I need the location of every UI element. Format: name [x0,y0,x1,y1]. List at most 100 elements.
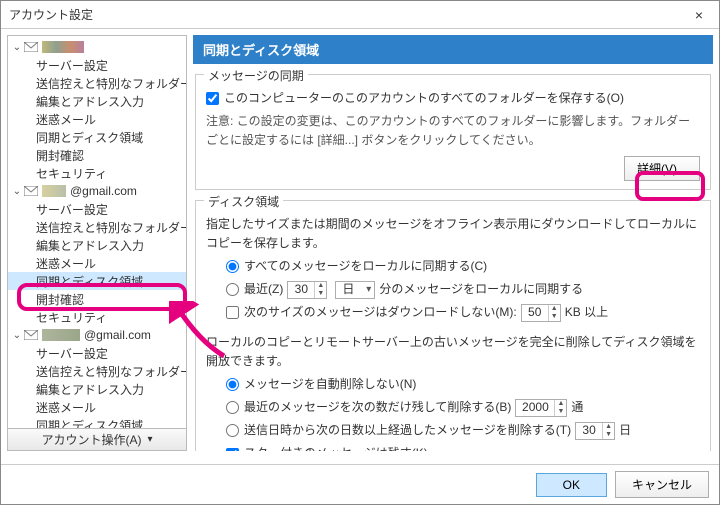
window-title: アカウント設定 [9,6,93,23]
sync-all-radio[interactable]: すべてのメッセージをローカルに同期する(C) [226,257,487,276]
settings-pane: 同期とディスク領域 メッセージの同期 このコンピューターのこのアカウントのすべて… [193,35,713,451]
mail-icon [24,186,38,196]
purge-keep-n-unit: 通 [571,398,583,417]
keep-starred-checkbox-input[interactable] [226,448,239,451]
tree-child-label: サーバー設定 [36,201,108,218]
sync-advanced-button[interactable]: 詳細(V)... [624,156,700,181]
sync-recent-radio-label-pre: 最近(Z) [244,280,283,299]
sync-recent-radio[interactable]: 最近(Z) [226,280,283,299]
purge-keep-n-label-pre: 最近のメッセージを次の数だけ残して削除する(B) [244,398,511,417]
tree-child-label: 編集とアドレス入力 [36,93,144,110]
purge-age-unit: 日 [619,421,631,440]
tree-child-row[interactable]: 編集とアドレス入力 [8,236,186,254]
purge-age-radio[interactable]: 送信日時から次の日数以上経過したメッセージを削除する(T) [226,421,571,440]
tree-child-row[interactable]: 迷惑メール [8,254,186,272]
tree-child-row[interactable]: セキュリティ [8,308,186,326]
tree-child-row[interactable]: サーバー設定 [8,56,186,74]
purge-age-spinner[interactable]: 30 ▲▼ [575,422,615,440]
tree-child-label: サーバー設定 [36,345,108,362]
no-download-over-checkbox-input[interactable] [226,306,239,319]
message-sync-fieldset: メッセージの同期 このコンピューターのこのアカウントのすべてのフォルダーを保存す… [195,74,711,190]
keep-starred-checkbox[interactable]: スター付きのメッセージは残す(K) [226,444,428,451]
cancel-button[interactable]: キャンセル [615,471,709,498]
account-suffix: @gmail.com [84,328,151,342]
tree-child-row[interactable]: 迷惑メール [8,398,186,416]
sync-recent-days-value: 30 [295,280,308,299]
store-folders-checkbox-input[interactable] [206,92,219,105]
chevron-down-icon: ▾ [147,434,152,445]
tree-child-row[interactable]: サーバー設定 [8,344,186,362]
tree-child-row[interactable]: 送信控えと特別なフォルダー [8,74,186,92]
account-settings-window: アカウント設定 × ⌄サーバー設定送信控えと特別なフォルダー編集とアドレス入力迷… [0,0,720,505]
mail-icon [24,330,38,340]
sync-all-radio-label: すべてのメッセージをローカルに同期する(C) [244,257,487,276]
purge-age-radio-input[interactable] [226,424,239,437]
tree-account-row[interactable]: ⌄ @gmail.com [8,326,186,344]
disk-space-fieldset: ディスク領域 指定したサイズまたは期間のメッセージをオフライン表示用にダウンロー… [195,200,711,451]
tree-child-row[interactable]: 編集とアドレス入力 [8,92,186,110]
account-suffix: @gmail.com [70,184,137,198]
tree-child-row[interactable]: 編集とアドレス入力 [8,380,186,398]
mail-icon [24,42,38,52]
tree-child-row[interactable]: 同期とディスク領域 [8,416,186,428]
tree-child-label: 開封確認 [36,147,84,164]
tree-child-row[interactable]: 開封確認 [8,290,186,308]
sync-all-radio-input[interactable] [226,260,239,273]
purge-none-radio[interactable]: メッセージを自動削除しない(N) [226,375,416,394]
tree-child-label: 迷惑メール [36,399,96,416]
sync-recent-unit-select[interactable]: 日 [335,281,375,299]
pane-title: 同期とディスク領域 [193,35,713,64]
tree-child-row[interactable]: セキュリティ [8,164,186,182]
tree-child-label: 送信控えと特別なフォルダー [36,75,186,92]
tree-child-label: 開封確認 [36,291,84,308]
tree-child-row[interactable]: 送信控えと特別なフォルダー [8,218,186,236]
tree-child-label: 同期とディスク領域 [36,417,143,429]
tree-child-label: 送信控えと特別なフォルダー [36,219,186,236]
tree-child-row[interactable]: 送信控えと特別なフォルダー [8,362,186,380]
store-folders-checkbox[interactable]: このコンピューターのこのアカウントのすべてのフォルダーを保存する(O) [206,89,624,108]
content-area: ⌄サーバー設定送信控えと特別なフォルダー編集とアドレス入力迷惑メール同期とディス… [1,29,719,457]
sync-recent-days-spinner[interactable]: 30 ▲▼ [287,281,327,299]
tree-child-row[interactable]: 開封確認 [8,146,186,164]
tree-child-row[interactable]: 同期とディスク領域 [8,128,186,146]
account-operations-label: アカウント操作(A) [41,431,141,448]
keep-starred-label: スター付きのメッセージは残す(K) [244,444,428,451]
account-name-redacted [42,329,80,341]
tree-child-row[interactable]: 同期とディスク領域 [8,272,186,290]
tree-child-row[interactable]: サーバー設定 [8,200,186,218]
disk-space-legend: ディスク領域 [204,193,283,210]
tree-child-label: 送信控えと特別なフォルダー [36,363,186,380]
account-operations-button[interactable]: アカウント操作(A) ▾ [8,428,186,450]
tree-child-label: サーバー設定 [36,57,108,74]
tree-child-label: セキュリティ [36,309,107,326]
sync-recent-unit-value: 日 [342,280,354,299]
account-name-redacted [42,41,84,53]
close-button[interactable]: × [679,1,719,28]
tree-account-row[interactable]: ⌄@gmail.com [8,182,186,200]
tree-child-label: 迷惑メール [36,255,96,272]
sync-recent-radio-label-post: 分のメッセージをローカルに同期する [379,280,583,299]
twisty-icon: ⌄ [12,330,22,341]
sync-recent-radio-input[interactable] [226,283,239,296]
tree-child-label: 編集とアドレス入力 [36,381,144,398]
account-tree[interactable]: ⌄サーバー設定送信控えと特別なフォルダー編集とアドレス入力迷惑メール同期とディス… [8,36,186,428]
purge-keep-n-radio[interactable]: 最近のメッセージを次の数だけ残して削除する(B) [226,398,511,417]
no-download-over-spinner[interactable]: 50 ▲▼ [521,304,561,322]
tree-child-label: 迷惑メール [36,111,96,128]
purge-none-radio-input[interactable] [226,378,239,391]
purge-age-label-pre: 送信日時から次の日数以上経過したメッセージを削除する(T) [244,421,571,440]
no-download-over-unit: KB 以上 [565,303,608,322]
store-folders-checkbox-label: このコンピューターのこのアカウントのすべてのフォルダーを保存する(O) [224,89,624,108]
purge-intro: ローカルのコピーとリモートサーバー上の古いメッセージを完全に削除してディスク領域… [206,333,700,371]
tree-child-label: セキュリティ [36,165,107,182]
dialog-footer: OK キャンセル [1,464,719,504]
ok-button[interactable]: OK [536,473,607,497]
purge-keep-n-value: 2000 [522,398,549,417]
purge-keep-n-spinner[interactable]: 2000 ▲▼ [515,399,567,417]
tree-child-label: 同期とディスク領域 [36,129,143,146]
sync-note: 注意: この設定の変更は、このアカウントのすべてのフォルダーに影響します。フォル… [206,112,700,150]
tree-account-row[interactable]: ⌄ [8,38,186,56]
purge-keep-n-radio-input[interactable] [226,401,239,414]
no-download-over-checkbox[interactable]: 次のサイズのメッセージはダウンロードしない(M): [226,303,517,322]
tree-child-row[interactable]: 迷惑メール [8,110,186,128]
